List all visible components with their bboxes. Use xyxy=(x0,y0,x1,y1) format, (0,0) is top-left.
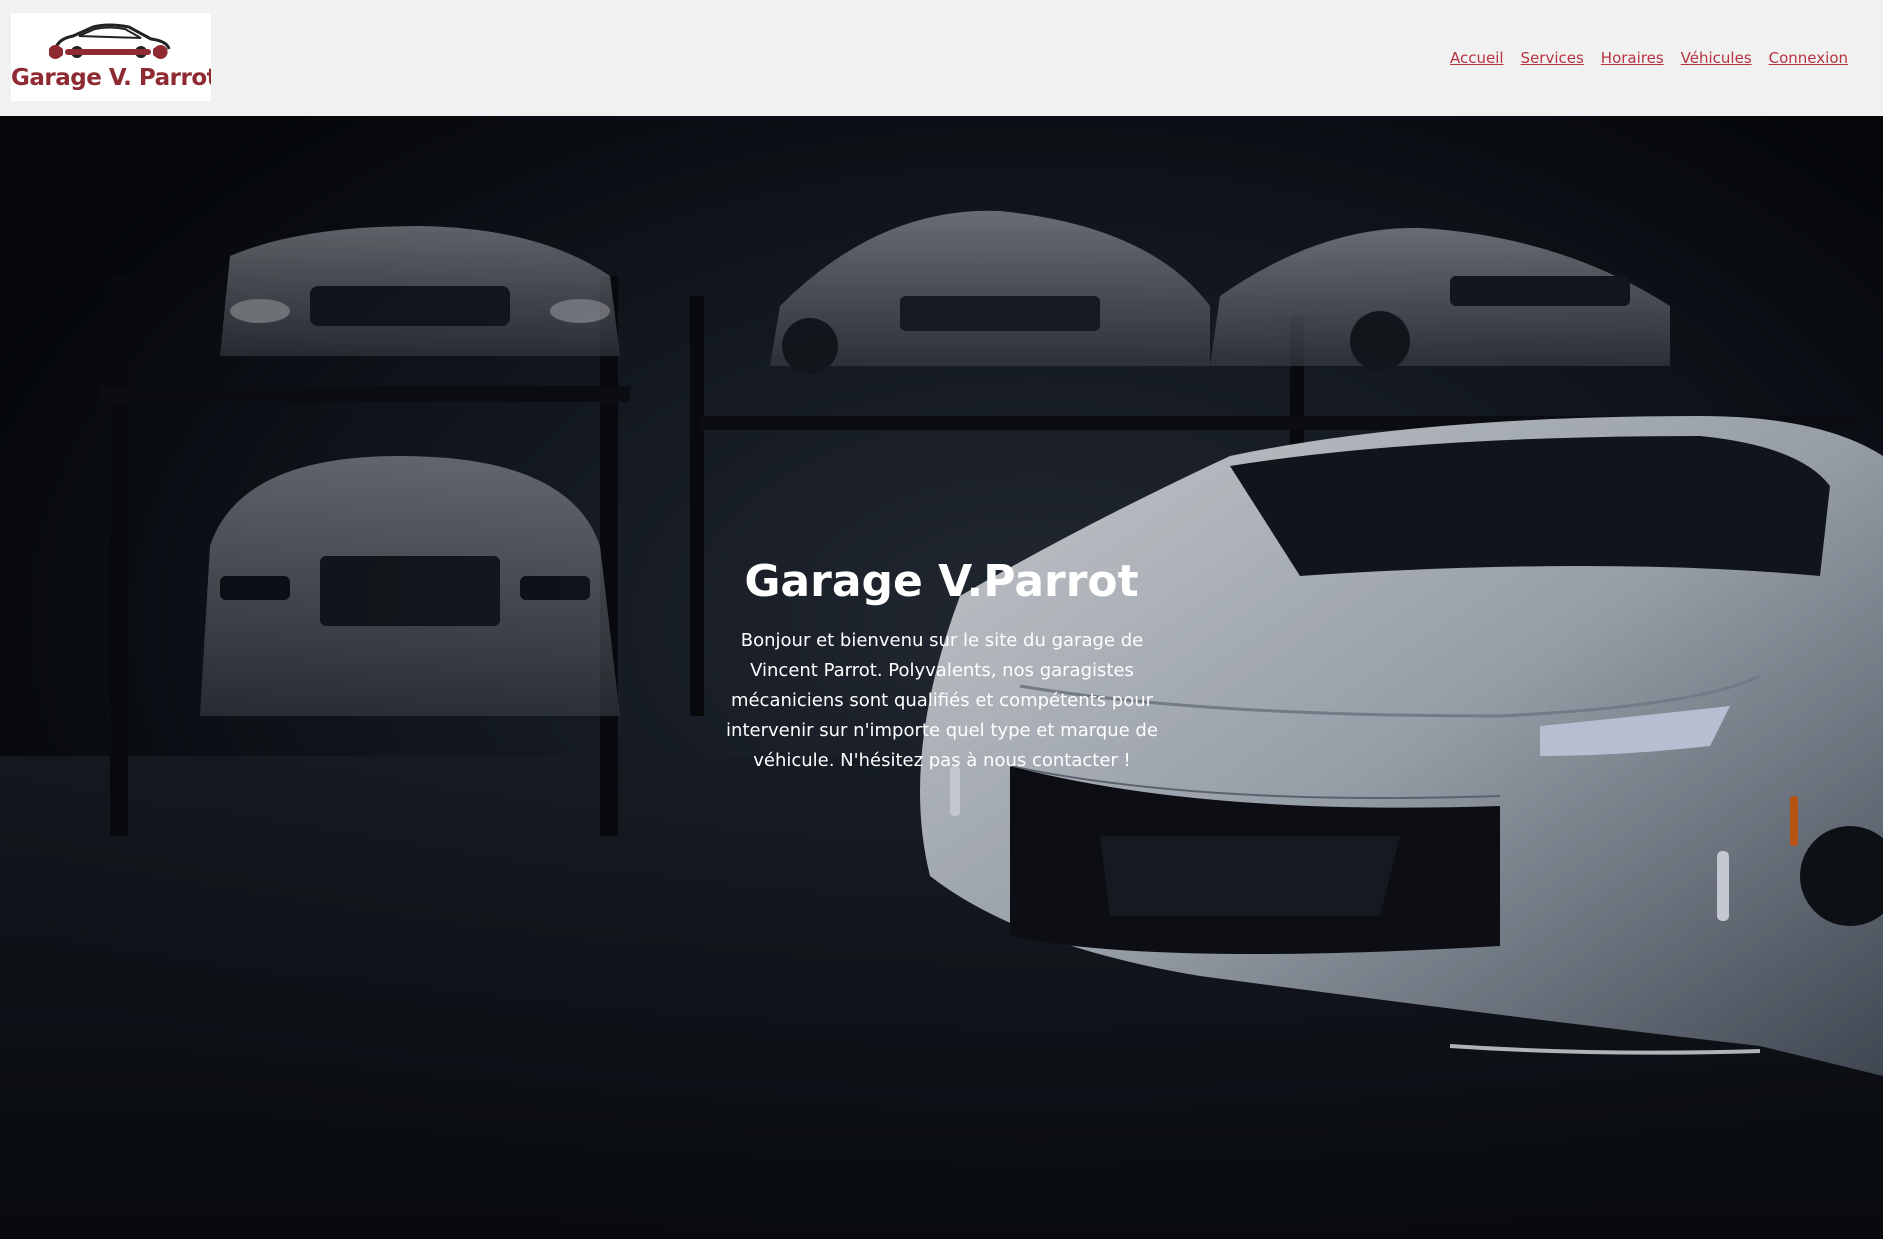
hero-description: Bonjour et bienvenu sur le site du garag… xyxy=(726,630,1158,771)
hero-title: Garage V.Parrot xyxy=(744,556,1139,607)
site-logo[interactable]: Garage V. Parrot xyxy=(11,13,211,101)
nav-link-services[interactable]: Services xyxy=(1521,49,1584,67)
logo-text: Garage V. Parrot xyxy=(11,65,211,91)
nav-link-vehicules[interactable]: Véhicules xyxy=(1681,49,1752,67)
nav-link-connexion[interactable]: Connexion xyxy=(1769,49,1848,67)
site-header: Garage V. Parrot Accueil Services Horair… xyxy=(0,0,1883,116)
nav-link-accueil[interactable]: Accueil xyxy=(1450,49,1504,67)
hero-section: Garage V.Parrot Bonjour et bienvenu sur … xyxy=(0,116,1883,1239)
car-wrench-logo-icon xyxy=(49,23,171,59)
main-nav: Accueil Services Horaires Véhicules Conn… xyxy=(1450,49,1848,67)
nav-link-horaires[interactable]: Horaires xyxy=(1601,49,1664,67)
